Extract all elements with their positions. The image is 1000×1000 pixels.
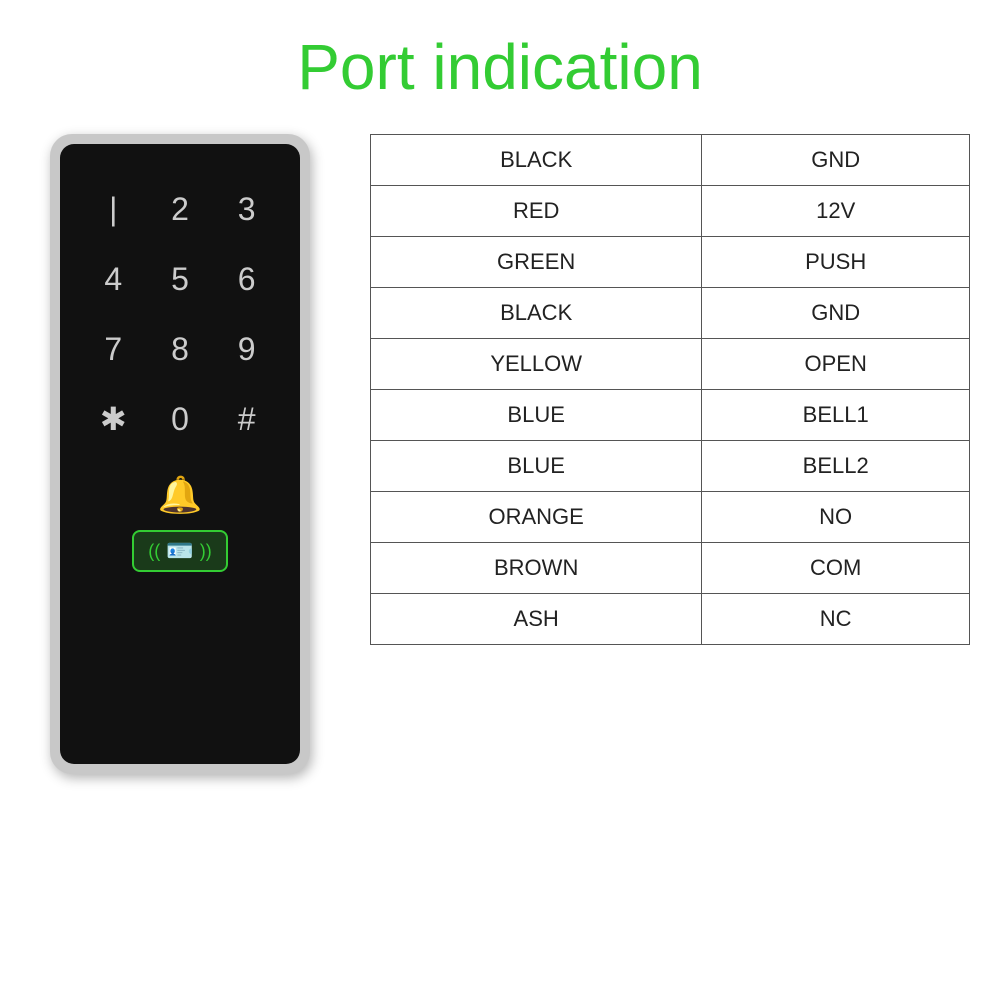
key-3[interactable]: 3 (213, 174, 280, 244)
key-0[interactable]: 0 (147, 384, 214, 454)
table-row: BLACKGND (371, 288, 970, 339)
key-5[interactable]: 5 (147, 244, 214, 314)
table-row: BLACKGND (371, 135, 970, 186)
wire-color-cell: ASH (371, 594, 702, 645)
wire-color-cell: BROWN (371, 543, 702, 594)
table-row: ASHNC (371, 594, 970, 645)
table-row: RED12V (371, 186, 970, 237)
wire-color-cell: ORANGE (371, 492, 702, 543)
key-6[interactable]: 6 (213, 244, 280, 314)
table-row: BLUEBELL2 (371, 441, 970, 492)
key-4[interactable]: 4 (80, 244, 147, 314)
wire-color-cell: BLACK (371, 135, 702, 186)
rfid-waves-left-icon: (( (148, 541, 160, 562)
port-name-cell: COM (702, 543, 970, 594)
wire-color-cell: BLUE (371, 441, 702, 492)
wire-color-cell: YELLOW (371, 339, 702, 390)
device-outer: | 2 3 4 5 6 7 8 9 ✱ 0 # 🔔 (50, 134, 310, 774)
key-1[interactable]: | (80, 174, 147, 244)
key-8[interactable]: 8 (147, 314, 214, 384)
port-table-container: BLACKGNDRED12VGREENPUSHBLACKGNDYELLOWOPE… (370, 134, 970, 645)
key-hash[interactable]: # (213, 384, 280, 454)
port-name-cell: BELL1 (702, 390, 970, 441)
keypad-grid: | 2 3 4 5 6 7 8 9 ✱ 0 # (80, 174, 280, 454)
port-name-cell: PUSH (702, 237, 970, 288)
table-row: YELLOWOPEN (371, 339, 970, 390)
table-row: GREENPUSH (371, 237, 970, 288)
wire-color-cell: BLUE (371, 390, 702, 441)
key-star[interactable]: ✱ (80, 384, 147, 454)
port-name-cell: GND (702, 288, 970, 339)
key-2[interactable]: 2 (147, 174, 214, 244)
bell-area: 🔔 (( 🪪 )) (80, 474, 280, 572)
wire-color-cell: BLACK (371, 288, 702, 339)
port-table: BLACKGNDRED12VGREENPUSHBLACKGNDYELLOWOPE… (370, 134, 970, 645)
rfid-waves-right-icon: )) (200, 541, 212, 562)
key-9[interactable]: 9 (213, 314, 280, 384)
port-name-cell: 12V (702, 186, 970, 237)
wire-color-cell: RED (371, 186, 702, 237)
device-panel: | 2 3 4 5 6 7 8 9 ✱ 0 # 🔔 (30, 134, 330, 774)
table-row: BROWNCOM (371, 543, 970, 594)
rfid-area: (( 🪪 )) (132, 530, 227, 572)
wire-color-cell: GREEN (371, 237, 702, 288)
key-7[interactable]: 7 (80, 314, 147, 384)
table-row: ORANGENO (371, 492, 970, 543)
port-name-cell: BELL2 (702, 441, 970, 492)
device-screen: | 2 3 4 5 6 7 8 9 ✱ 0 # 🔔 (60, 144, 300, 764)
port-name-cell: NC (702, 594, 970, 645)
port-name-cell: GND (702, 135, 970, 186)
bell-icon: 🔔 (158, 474, 203, 516)
port-name-cell: OPEN (702, 339, 970, 390)
rfid-card-icon: 🪪 (166, 538, 193, 564)
table-row: BLUEBELL1 (371, 390, 970, 441)
content-area: | 2 3 4 5 6 7 8 9 ✱ 0 # 🔔 (0, 134, 1000, 774)
port-name-cell: NO (702, 492, 970, 543)
page-title: Port indication (0, 30, 1000, 104)
